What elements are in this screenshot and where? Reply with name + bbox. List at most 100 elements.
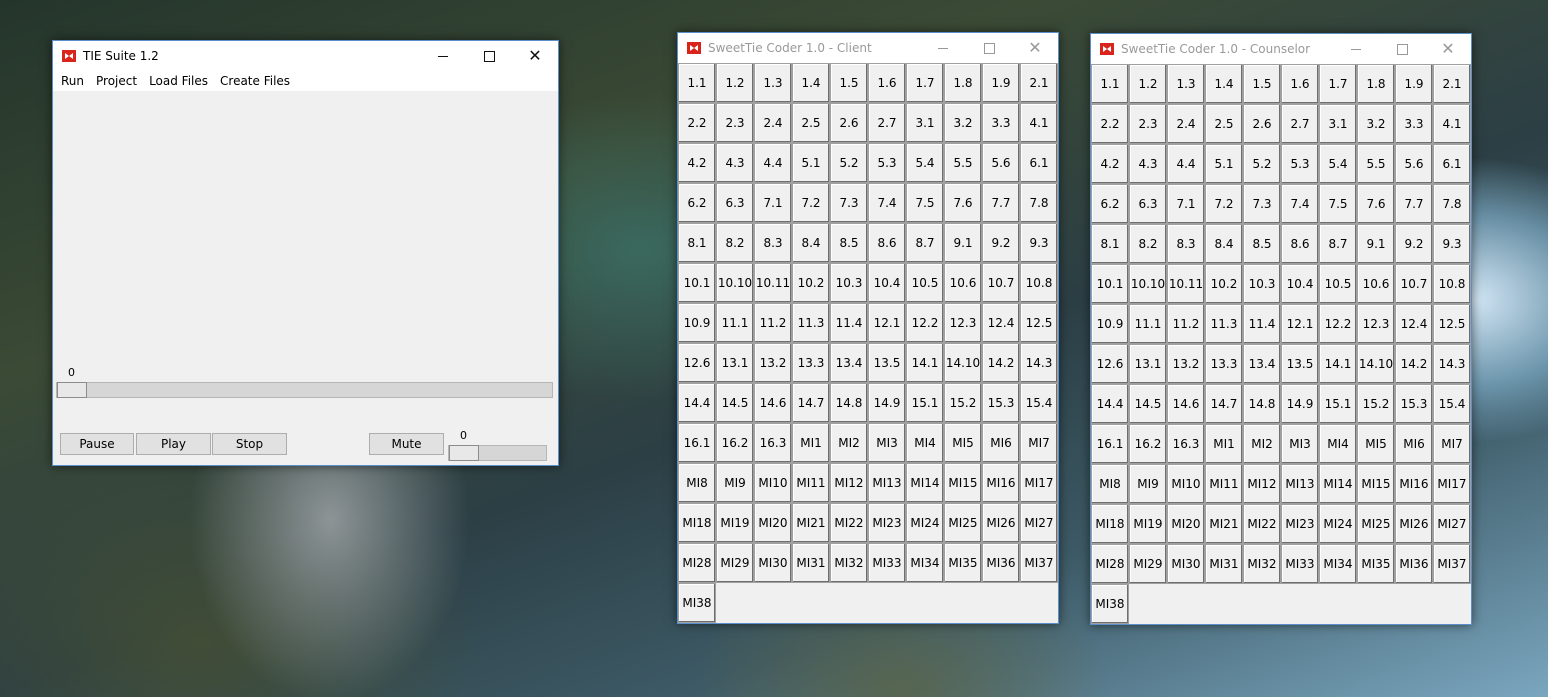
play-button[interactable]: Play — [136, 433, 211, 455]
code-button[interactable]: 8.2 — [716, 223, 754, 263]
code-button[interactable]: 1.3 — [1167, 64, 1205, 104]
code-button[interactable]: 14.5 — [716, 383, 754, 423]
code-button[interactable]: 14.10 — [944, 343, 982, 383]
code-button[interactable]: 16.2 — [716, 423, 754, 463]
code-button[interactable]: 2.5 — [1205, 104, 1243, 144]
minimize-button[interactable] — [420, 41, 466, 71]
code-button[interactable]: MI6 — [982, 423, 1020, 463]
code-button[interactable]: 7.3 — [1243, 184, 1281, 224]
code-button[interactable]: 10.3 — [1243, 264, 1281, 304]
code-button[interactable]: 15.4 — [1020, 383, 1058, 423]
code-button[interactable]: MI36 — [982, 543, 1020, 583]
code-button[interactable]: 8.1 — [1091, 224, 1129, 264]
code-button[interactable]: MI33 — [1281, 544, 1319, 584]
tie-suite-titlebar[interactable]: TIE Suite 1.2 ✕ — [53, 41, 558, 71]
code-button[interactable]: 2.2 — [1091, 104, 1129, 144]
code-button[interactable]: 14.5 — [1129, 384, 1167, 424]
code-button[interactable]: 1.5 — [830, 63, 868, 103]
code-button[interactable]: 5.1 — [792, 143, 830, 183]
code-button[interactable]: 14.3 — [1433, 344, 1471, 384]
code-button[interactable]: 7.5 — [906, 183, 944, 223]
code-button[interactable]: 6.3 — [1129, 184, 1167, 224]
code-button[interactable]: 9.3 — [1433, 224, 1471, 264]
code-button[interactable]: 7.8 — [1020, 183, 1058, 223]
code-button[interactable]: 12.1 — [868, 303, 906, 343]
code-button[interactable]: 11.4 — [1243, 304, 1281, 344]
code-button[interactable]: 7.6 — [1357, 184, 1395, 224]
code-button[interactable]: 5.4 — [906, 143, 944, 183]
code-button[interactable]: MI8 — [1091, 464, 1129, 504]
code-button[interactable]: MI34 — [906, 543, 944, 583]
code-button[interactable]: MI17 — [1020, 463, 1058, 503]
code-button[interactable]: 1.2 — [1129, 64, 1167, 104]
code-button[interactable]: 5.4 — [1319, 144, 1357, 184]
code-button[interactable]: 8.1 — [678, 223, 716, 263]
code-button[interactable]: MI10 — [754, 463, 792, 503]
code-button[interactable]: 13.3 — [792, 343, 830, 383]
code-button[interactable]: 12.4 — [982, 303, 1020, 343]
code-button[interactable]: 15.3 — [1395, 384, 1433, 424]
code-button[interactable]: MI16 — [982, 463, 1020, 503]
code-button[interactable]: MI8 — [678, 463, 716, 503]
code-button[interactable]: 13.2 — [1167, 344, 1205, 384]
code-button[interactable]: 4.3 — [716, 143, 754, 183]
code-button[interactable]: 15.3 — [982, 383, 1020, 423]
code-button[interactable]: 14.8 — [1243, 384, 1281, 424]
client-titlebar[interactable]: SweetTie Coder 1.0 - Client ✕ — [678, 33, 1058, 63]
maximize-button[interactable] — [466, 41, 512, 71]
code-button[interactable]: 13.5 — [1281, 344, 1319, 384]
code-button[interactable]: 8.5 — [830, 223, 868, 263]
code-button[interactable]: MI25 — [1357, 504, 1395, 544]
code-button[interactable]: 1.1 — [678, 63, 716, 103]
progress-slider-thumb[interactable] — [57, 382, 87, 398]
code-button[interactable]: MI11 — [792, 463, 830, 503]
code-button[interactable]: 5.3 — [868, 143, 906, 183]
code-button[interactable]: MI2 — [830, 423, 868, 463]
code-button[interactable]: 14.7 — [1205, 384, 1243, 424]
code-button[interactable]: 1.4 — [1205, 64, 1243, 104]
code-button[interactable]: MI26 — [1395, 504, 1433, 544]
code-button[interactable]: 7.8 — [1433, 184, 1471, 224]
code-button[interactable]: 11.2 — [754, 303, 792, 343]
code-button[interactable]: 16.3 — [1167, 424, 1205, 464]
code-button[interactable]: 3.2 — [944, 103, 982, 143]
code-button[interactable]: 5.6 — [1395, 144, 1433, 184]
code-button[interactable]: 10.1 — [1091, 264, 1129, 304]
code-button[interactable]: 8.7 — [906, 223, 944, 263]
close-button[interactable]: ✕ — [1425, 34, 1471, 64]
code-button[interactable]: 15.2 — [1357, 384, 1395, 424]
code-button[interactable]: MI31 — [1205, 544, 1243, 584]
code-button[interactable]: MI3 — [868, 423, 906, 463]
code-button[interactable]: 14.7 — [792, 383, 830, 423]
code-button[interactable]: 13.1 — [716, 343, 754, 383]
code-button[interactable]: 2.1 — [1020, 63, 1058, 103]
code-button[interactable]: 15.2 — [944, 383, 982, 423]
code-button[interactable]: 7.7 — [982, 183, 1020, 223]
menu-project[interactable]: Project — [90, 74, 143, 88]
code-button[interactable]: MI32 — [830, 543, 868, 583]
code-button[interactable]: 2.2 — [678, 103, 716, 143]
code-button[interactable]: MI33 — [868, 543, 906, 583]
code-button[interactable]: 5.3 — [1281, 144, 1319, 184]
code-button[interactable]: MI11 — [1205, 464, 1243, 504]
code-button[interactable]: 3.3 — [1395, 104, 1433, 144]
maximize-button[interactable] — [966, 33, 1012, 63]
code-button[interactable]: 8.7 — [1319, 224, 1357, 264]
mute-button[interactable]: Mute — [369, 433, 444, 455]
code-button[interactable]: 5.2 — [830, 143, 868, 183]
code-button[interactable]: 1.2 — [716, 63, 754, 103]
code-button[interactable]: 8.3 — [1167, 224, 1205, 264]
code-button[interactable]: 12.4 — [1395, 304, 1433, 344]
code-button[interactable]: 8.6 — [1281, 224, 1319, 264]
code-button[interactable]: 13.3 — [1205, 344, 1243, 384]
code-button[interactable]: MI23 — [868, 503, 906, 543]
code-button[interactable]: MI15 — [1357, 464, 1395, 504]
code-button[interactable]: MI29 — [716, 543, 754, 583]
code-button[interactable]: 10.1 — [678, 263, 716, 303]
code-button[interactable]: MI1 — [792, 423, 830, 463]
pause-button[interactable]: Pause — [60, 433, 134, 455]
stop-button[interactable]: Stop — [212, 433, 287, 455]
code-button[interactable]: 13.4 — [830, 343, 868, 383]
code-button[interactable]: MI21 — [792, 503, 830, 543]
code-button[interactable]: 1.1 — [1091, 64, 1129, 104]
